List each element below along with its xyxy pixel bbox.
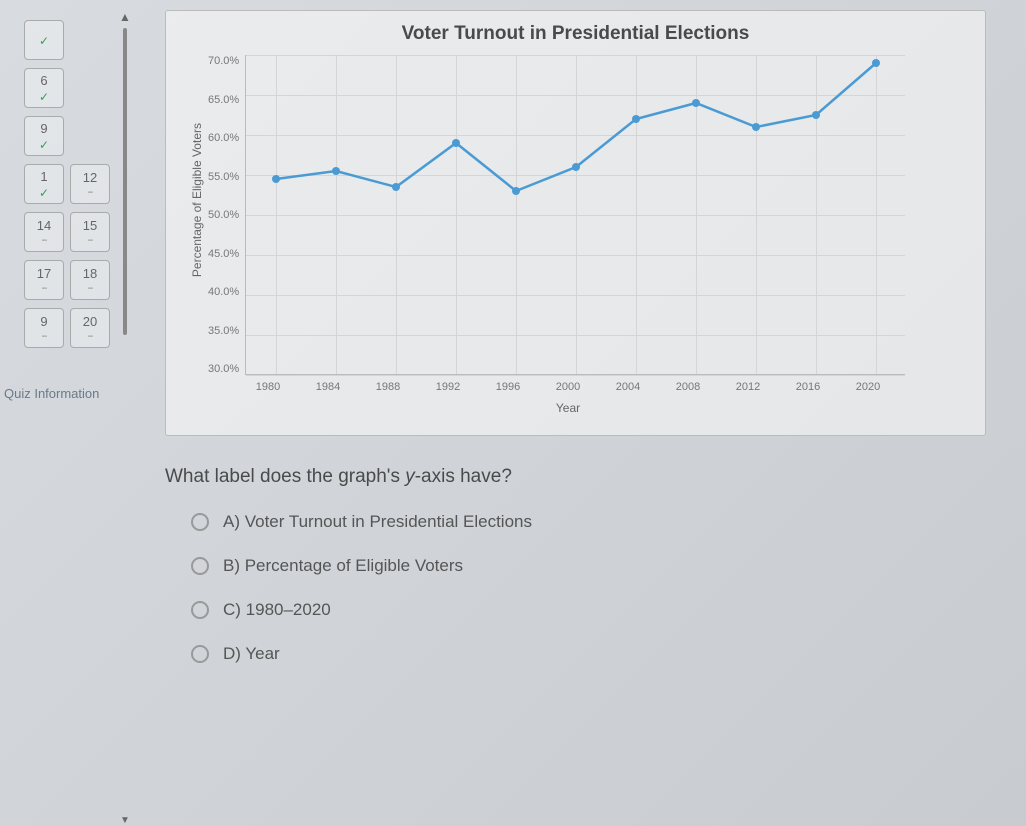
radio-icon[interactable] — [191, 513, 209, 531]
data-point — [872, 59, 880, 67]
data-point — [392, 183, 400, 191]
data-point — [332, 167, 340, 175]
unanswered-icon: -- — [42, 331, 47, 342]
option-text: C) 1980–2020 — [223, 600, 331, 620]
data-point — [692, 99, 700, 107]
question-nav-box[interactable]: 1✓ — [24, 164, 64, 204]
unanswered-icon: -- — [88, 235, 93, 246]
unanswered-icon: -- — [88, 331, 93, 342]
y-tick-label: 60.0% — [208, 132, 239, 144]
question-nav-box[interactable]: 14 -- — [24, 212, 64, 252]
y-tick-label: 30.0% — [208, 363, 239, 375]
answer-option[interactable]: B) Percentage of Eligible Voters — [191, 556, 986, 576]
question-nav-box[interactable]: ✓ — [24, 20, 64, 60]
x-axis-ticks: 1980198419881992199620002004200820122016… — [238, 375, 898, 393]
quiz-information-link[interactable]: Quiz Information — [0, 386, 110, 401]
question-nav-box[interactable]: 9 -- — [24, 308, 64, 348]
unanswered-icon: -- — [88, 283, 93, 294]
question-nav-box[interactable]: 9✓ — [24, 116, 64, 156]
data-line — [276, 63, 876, 191]
y-tick-label: 45.0% — [208, 248, 239, 260]
question-number: 9 — [40, 121, 47, 136]
x-tick-label: 2020 — [838, 381, 898, 393]
y-tick-label: 70.0% — [208, 55, 239, 67]
question-number: 18 — [83, 266, 97, 281]
question-number: 17 — [37, 266, 51, 281]
data-point — [752, 123, 760, 131]
check-icon: ✓ — [39, 138, 49, 152]
question-number: 9 — [40, 314, 47, 329]
question-nav-box[interactable]: 20 -- — [70, 308, 110, 348]
x-tick-label: 1984 — [298, 381, 358, 393]
unanswered-icon: -- — [42, 235, 47, 246]
answer-option[interactable]: D) Year — [191, 644, 986, 664]
data-point — [452, 139, 460, 147]
data-point — [632, 115, 640, 123]
vertical-scroll-divider: ▲ ▼ — [115, 0, 135, 826]
chart-title: Voter Turnout in Presidential Elections — [186, 23, 965, 45]
data-point — [272, 175, 280, 183]
question-nav-box[interactable]: 17 -- — [24, 260, 64, 300]
y-tick-label: 35.0% — [208, 325, 239, 337]
data-point — [812, 111, 820, 119]
radio-icon[interactable] — [191, 601, 209, 619]
main-content: Voter Turnout in Presidential Elections … — [135, 0, 1026, 826]
data-point — [512, 187, 520, 195]
x-tick-label: 2004 — [598, 381, 658, 393]
check-icon: ✓ — [39, 186, 49, 200]
x-tick-label: 1996 — [478, 381, 538, 393]
x-tick-label: 1988 — [358, 381, 418, 393]
question-nav-box[interactable]: 18 -- — [70, 260, 110, 300]
x-tick-label: 2016 — [778, 381, 838, 393]
scroll-up-icon[interactable]: ▲ — [119, 10, 131, 24]
y-tick-label: 65.0% — [208, 94, 239, 106]
option-text: B) Percentage of Eligible Voters — [223, 556, 463, 576]
x-axis-label: Year — [238, 401, 898, 415]
question-nav-box[interactable]: 12 -- — [70, 164, 110, 204]
question-navigator: ✓6✓9✓1✓12--14--15--17--18--9--20-- Quiz … — [0, 0, 115, 826]
y-tick-label: 55.0% — [208, 171, 239, 183]
y-axis-label: Percentage of Eligible Voters — [186, 123, 208, 277]
line-chart-svg — [246, 55, 905, 374]
x-tick-label: 2008 — [658, 381, 718, 393]
scroll-track[interactable] — [123, 28, 127, 335]
option-text: A) Voter Turnout in Presidential Electio… — [223, 512, 532, 532]
data-point — [572, 163, 580, 171]
answer-option[interactable]: C) 1980–2020 — [191, 600, 986, 620]
chart-container: Voter Turnout in Presidential Elections … — [165, 10, 986, 436]
radio-icon[interactable] — [191, 557, 209, 575]
check-icon: ✓ — [39, 34, 49, 48]
y-axis-ticks: 70.0% 65.0% 60.0% 55.0% 50.0% 45.0% 40.0% 35.0%… — [208, 55, 245, 375]
gridline-horizontal — [246, 375, 905, 376]
answer-option[interactable]: A) Voter Turnout in Presidential Electio… — [191, 512, 986, 532]
radio-icon[interactable] — [191, 645, 209, 663]
question-nav-box[interactable]: 15 -- — [70, 212, 110, 252]
question-number: 12 — [83, 170, 97, 185]
question-number: 20 — [83, 314, 97, 329]
option-text: D) Year — [223, 644, 280, 664]
unanswered-icon: -- — [42, 283, 47, 294]
unanswered-icon: -- — [88, 187, 93, 198]
x-tick-label: 2012 — [718, 381, 778, 393]
x-tick-label: 2000 — [538, 381, 598, 393]
question-nav-box[interactable]: 6✓ — [24, 68, 64, 108]
question-number: 1 — [40, 169, 47, 184]
question-number: 6 — [40, 73, 47, 88]
question-number: 14 — [37, 218, 51, 233]
check-icon: ✓ — [39, 90, 49, 104]
chart-plot-area — [245, 55, 905, 375]
y-tick-label: 50.0% — [208, 209, 239, 221]
scroll-down-icon[interactable]: ▼ — [120, 815, 130, 826]
answer-options: A) Voter Turnout in Presidential Electio… — [165, 512, 986, 664]
x-tick-label: 1992 — [418, 381, 478, 393]
question-prompt: What label does the graph's y-axis have? — [165, 466, 986, 488]
y-tick-label: 40.0% — [208, 286, 239, 298]
x-tick-label: 1980 — [238, 381, 298, 393]
question-number: 15 — [83, 218, 97, 233]
